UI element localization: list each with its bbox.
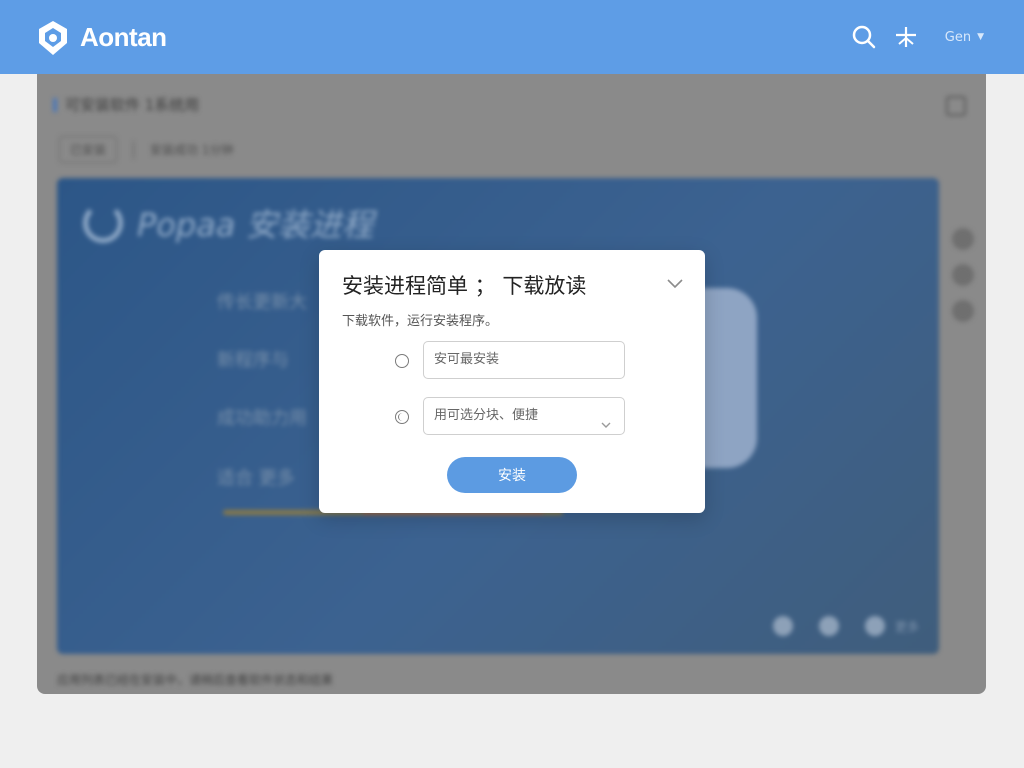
dialog-title: 安装进程简单 ； 下载放读 bbox=[342, 274, 587, 298]
option-1-value: 安可最安装 bbox=[434, 352, 500, 367]
option-2-select[interactable]: 用可选分块、便捷 bbox=[423, 397, 625, 435]
banner-line-2: 新程序与 bbox=[217, 350, 289, 371]
install-button[interactable]: 安装 bbox=[447, 457, 577, 493]
background-side-rail bbox=[941, 214, 985, 336]
dots-label: 更多 bbox=[894, 619, 919, 634]
top-actions: Gen ▼ bbox=[837, 22, 984, 52]
option-1-radio[interactable] bbox=[395, 354, 409, 368]
background-title: 可安装软件 1系统用 bbox=[53, 94, 199, 115]
chevron-down-icon[interactable] bbox=[665, 274, 685, 294]
background-tab-value: 安装成功 1分钟 bbox=[150, 143, 234, 157]
chevron-down-icon bbox=[600, 410, 612, 428]
carousel-dot bbox=[864, 616, 885, 636]
chevron-down-icon: ▼ bbox=[977, 32, 984, 42]
carousel-dot bbox=[818, 616, 839, 636]
banner-title: Popaa 安装进程 bbox=[83, 200, 374, 246]
option-2-radio[interactable] bbox=[395, 410, 409, 424]
logo-icon bbox=[34, 18, 72, 56]
side-rail-icon bbox=[952, 264, 974, 286]
spinner-icon bbox=[83, 203, 123, 243]
user-menu[interactable]: Gen ▼ bbox=[945, 30, 984, 45]
search-icon[interactable] bbox=[849, 22, 879, 52]
banner-line-3: 成功助力用 bbox=[217, 408, 307, 429]
title-accent-bar bbox=[53, 97, 57, 112]
side-rail-icon bbox=[952, 228, 974, 250]
plane-icon[interactable] bbox=[891, 22, 921, 52]
background-tab: 已安装 bbox=[59, 136, 118, 163]
option-row-2: 用可选分块、便捷 bbox=[319, 397, 705, 437]
user-label: Gen bbox=[944, 29, 972, 45]
banner-line-4: 适合 更多 bbox=[217, 468, 295, 489]
tab-divider bbox=[133, 140, 135, 159]
option-1-field[interactable]: 安可最安装 bbox=[423, 341, 625, 379]
side-rail-icon bbox=[952, 300, 974, 322]
app-logo[interactable]: Aontan bbox=[34, 18, 167, 56]
option-2-value: 用可选分块、便捷 bbox=[434, 408, 539, 423]
carousel-dot bbox=[772, 616, 793, 636]
banner-dots: 更多 bbox=[747, 616, 919, 636]
install-dialog: 安装进程简单 ； 下载放读 下载软件，运行安装程序。 安可最安装 用可选分块、便… bbox=[319, 250, 705, 513]
top-bar: Aontan Gen ▼ bbox=[0, 0, 1024, 74]
banner-title-text: Popaa 安装进程 bbox=[137, 206, 374, 244]
app-name: Aontan bbox=[80, 21, 167, 52]
dialog-subtitle: 下载软件，运行安装程序。 bbox=[342, 314, 499, 329]
background-title-text: 可安装软件 1系统用 bbox=[65, 96, 200, 114]
background-footer: 应用列表已经在安装中，请稍后查看软件状态和结果 bbox=[57, 673, 334, 687]
background-tabs: 已安装 安装成功 1分钟 bbox=[59, 136, 233, 163]
window-icon bbox=[946, 96, 966, 116]
banner-line-1: 传长更新大 bbox=[217, 292, 307, 313]
option-row-1: 安可最安装 bbox=[319, 341, 705, 381]
